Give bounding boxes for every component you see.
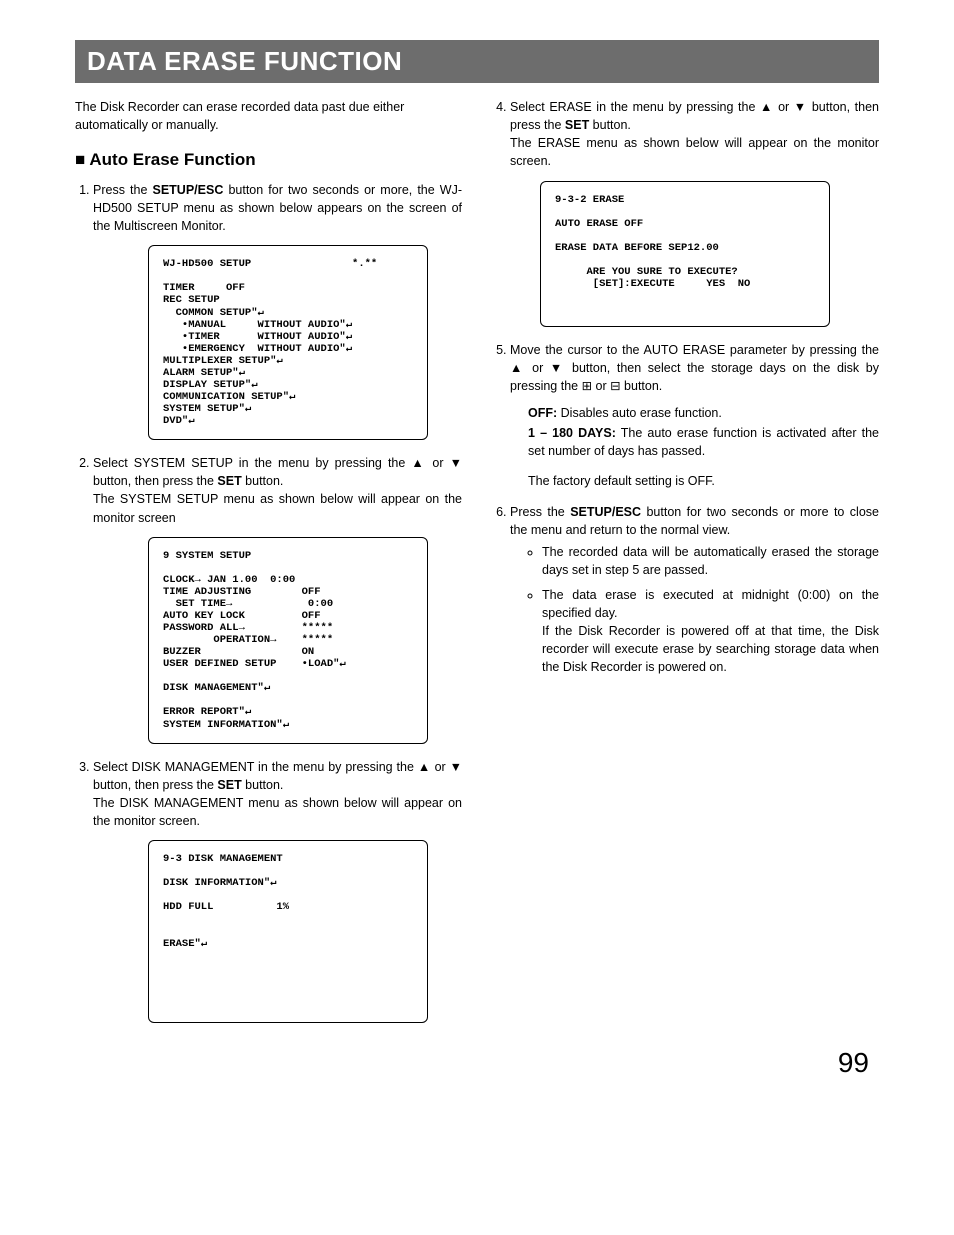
- subsection-title-text: Auto Erase Function: [89, 150, 255, 169]
- page: DATA ERASE FUNCTION The Disk Recorder ca…: [0, 0, 954, 1099]
- page-number: 99: [75, 1047, 879, 1079]
- off-label: OFF:: [528, 406, 557, 420]
- notes-list: The recorded data will be automatically …: [528, 543, 879, 676]
- def-off: OFF: Disables auto erase function.: [528, 404, 879, 422]
- note-2a: The data erase is executed at midnight (…: [542, 586, 879, 622]
- step-2: Select SYSTEM SETUP in the menu by press…: [93, 454, 462, 743]
- step-4-text-c: button.: [589, 118, 631, 132]
- step-2-text-d: The SYSTEM SETUP menu as shown below wil…: [93, 490, 462, 526]
- screen-system-setup: 9 SYSTEM SETUP CLOCK→ JAN 1.00 0:00 TIME…: [148, 537, 428, 744]
- note-2: The data erase is executed at midnight (…: [542, 586, 879, 677]
- definitions: OFF: Disables auto erase function. 1 – 1…: [528, 404, 879, 460]
- factory-default-text: The factory default setting is OFF.: [528, 472, 879, 490]
- step-4-text-d: The ERASE menu as shown below will appea…: [510, 134, 879, 170]
- step-list-right: Select ERASE in the menu by pressing the…: [492, 98, 879, 676]
- intro-text: The Disk Recorder can erase recorded dat…: [75, 98, 462, 134]
- step-4: Select ERASE in the menu by pressing the…: [510, 98, 879, 327]
- step-6-text-a: Press the: [510, 505, 570, 519]
- days-label: 1 – 180 DAYS:: [528, 426, 616, 440]
- step-5: Move the cursor to the AUTO ERASE parame…: [510, 341, 879, 490]
- note-2b: If the Disk Recorder is powered off at t…: [542, 622, 879, 676]
- step-6: Press the SETUP/ESC button for two secon…: [510, 503, 879, 676]
- step-1-text-a: Press the: [93, 183, 153, 197]
- screen-disk-management: 9-3 DISK MANAGEMENT DISK INFORMATION"↵ H…: [148, 840, 428, 1023]
- columns: The Disk Recorder can erase recorded dat…: [75, 98, 879, 1037]
- square-bullet-icon: ■: [75, 150, 85, 169]
- def-days: 1 – 180 DAYS: The auto erase function is…: [528, 424, 879, 460]
- step-3: Select DISK MANAGEMENT in the menu by pr…: [93, 758, 462, 1023]
- step-1: Press the SETUP/ESC button for two secon…: [93, 181, 462, 440]
- step-list-left: Press the SETUP/ESC button for two secon…: [75, 181, 462, 1023]
- off-text: Disables auto erase function.: [557, 406, 722, 420]
- step-2-text-c: button.: [242, 474, 284, 488]
- set-button-label: SET: [217, 474, 241, 488]
- setup-esc-label: SETUP/ESC: [153, 183, 224, 197]
- step-5-text-a: Move the cursor to the AUTO ERASE parame…: [510, 343, 879, 393]
- section-title: DATA ERASE FUNCTION: [75, 40, 879, 83]
- step-3-text-c: button.: [242, 778, 284, 792]
- set-button-label-2: SET: [217, 778, 241, 792]
- set-button-label-3: SET: [565, 118, 589, 132]
- step-3-text-d: The DISK MANAGEMENT menu as shown below …: [93, 794, 462, 830]
- right-column: Select ERASE in the menu by pressing the…: [492, 98, 879, 1037]
- screen-setup-menu: WJ-HD500 SETUP *.** TIMER OFF REC SETUP …: [148, 245, 428, 440]
- setup-esc-label-2: SETUP/ESC: [570, 505, 641, 519]
- subsection-title: ■ Auto Erase Function: [75, 148, 462, 173]
- left-column: The Disk Recorder can erase recorded dat…: [75, 98, 462, 1037]
- screen-erase-menu: 9-3-2 ERASE AUTO ERASE OFF ERASE DATA BE…: [540, 181, 830, 328]
- note-1: The recorded data will be automatically …: [542, 543, 879, 579]
